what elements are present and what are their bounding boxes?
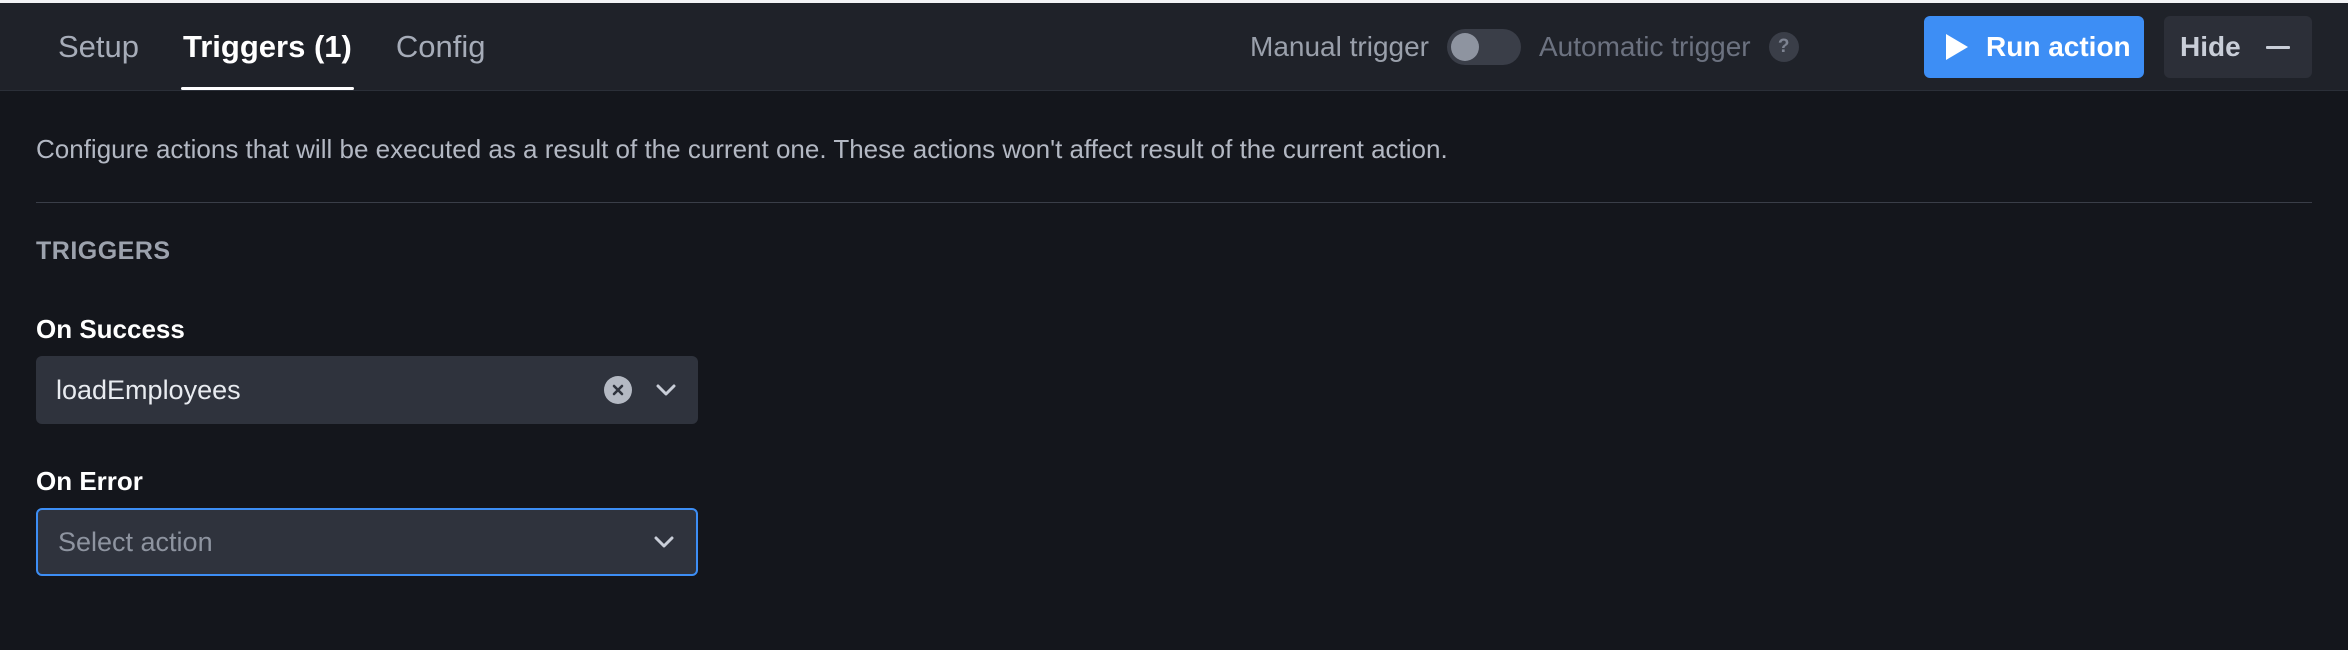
on-error-select[interactable]: Select action: [36, 508, 698, 576]
tab-triggers[interactable]: Triggers (1): [161, 3, 374, 91]
minus-icon: [2266, 45, 2290, 49]
on-error-label: On Error: [36, 466, 143, 496]
triggers-description: Configure actions that will be executed …: [36, 134, 1448, 164]
clear-icon[interactable]: [604, 376, 632, 404]
on-error-placeholder: Select action: [58, 526, 213, 557]
hide-panel-button[interactable]: Hide: [2164, 16, 2312, 78]
run-action-button[interactable]: Run action: [1924, 16, 2144, 78]
on-success-select[interactable]: loadEmployees: [36, 356, 698, 424]
on-success-value: loadEmployees: [56, 374, 241, 405]
hide-label: Hide: [2180, 31, 2241, 62]
active-tab-indicator: [181, 87, 354, 90]
help-icon[interactable]: ?: [1768, 32, 1799, 62]
triggers-section-title: TRIGGERS: [36, 237, 171, 265]
manual-trigger-label: Manual trigger: [1250, 31, 1429, 62]
run-action-label: Run action: [1986, 31, 2131, 62]
action-panel-toolbar: Setup Triggers (1) Config Manual trigger…: [0, 3, 2348, 91]
tab-config-label: Config: [395, 29, 486, 64]
play-icon: [1946, 34, 1968, 60]
tab-setup[interactable]: Setup: [36, 3, 161, 91]
tab-config[interactable]: Config: [374, 3, 508, 91]
chevron-down-icon[interactable]: [646, 370, 686, 410]
trigger-mode-toggle[interactable]: [1446, 29, 1521, 65]
on-success-label: On Success: [36, 314, 185, 344]
tab-triggers-label: Triggers (1): [183, 29, 352, 64]
toggle-knob: [1450, 33, 1479, 61]
tab-setup-label: Setup: [58, 29, 140, 64]
section-divider: [36, 202, 2312, 203]
automatic-trigger-label: Automatic trigger: [1538, 31, 1751, 62]
chevron-down-icon[interactable]: [644, 522, 684, 562]
triggers-content: Configure actions that will be executed …: [36, 92, 2312, 576]
trigger-mode-switch: Manual trigger Automatic trigger ?: [1250, 3, 1799, 91]
help-glyph: ?: [1777, 36, 1790, 57]
panel-tabs: Setup Triggers (1) Config: [36, 3, 507, 91]
